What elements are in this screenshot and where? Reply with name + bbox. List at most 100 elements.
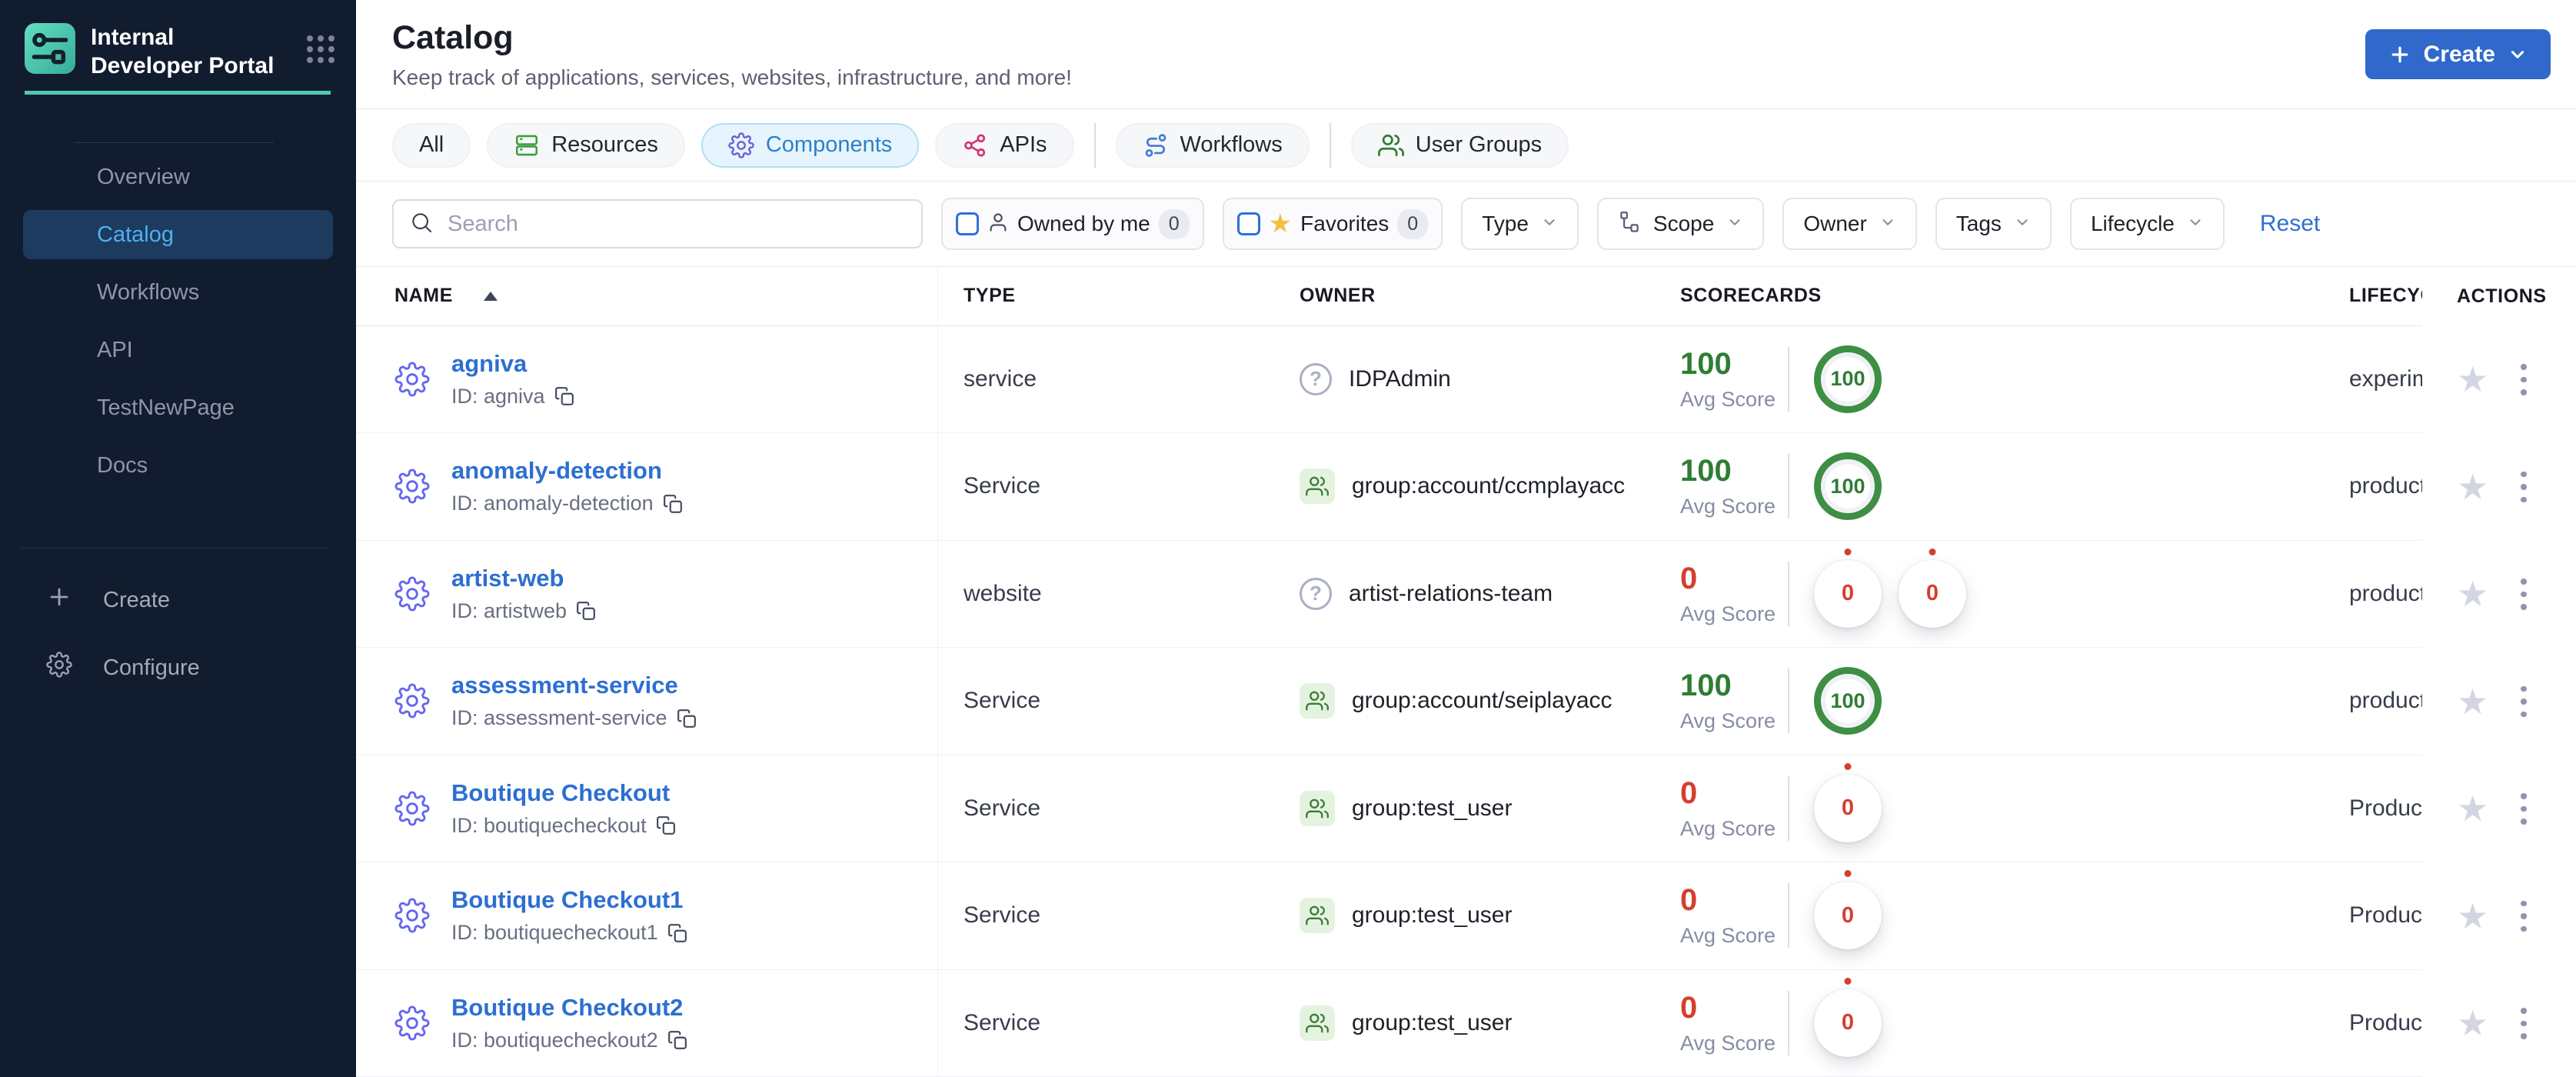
table-row: artist-web ID: artistweb website artist-…	[356, 540, 2576, 648]
sidebar-create-label: Create	[103, 587, 171, 612]
sidebar-item-overview[interactable]: Overview	[23, 152, 333, 202]
tab-all[interactable]: All	[392, 122, 471, 168]
component-name-link[interactable]: assessment-service	[451, 672, 697, 699]
tab-apis[interactable]: APIs	[935, 122, 1074, 168]
scorecard-ring[interactable]: 0	[1814, 774, 1882, 842]
favorite-star-icon[interactable]: ★	[2457, 791, 2488, 826]
scope-filter-dropdown[interactable]: Scope	[1596, 198, 1765, 250]
score-divider	[1788, 346, 1789, 412]
owned-by-me-checkbox[interactable]	[956, 212, 979, 235]
sidebar-configure-button[interactable]: Configure	[0, 652, 356, 684]
tags-filter-dropdown[interactable]: Tags	[1935, 198, 2052, 250]
search-box[interactable]	[392, 199, 923, 248]
favorite-star-icon[interactable]: ★	[2457, 576, 2488, 612]
score-rings: 0	[1814, 774, 1882, 842]
row-menu-icon[interactable]	[2516, 789, 2531, 829]
create-button-label: Create	[2423, 41, 2495, 67]
avg-score-value: 0	[1680, 561, 1698, 595]
tab-components-label: Components	[765, 132, 893, 157]
component-name-link[interactable]: Boutique Checkout1	[451, 886, 687, 914]
favorite-star-icon[interactable]: ★	[2457, 684, 2488, 719]
component-name-link[interactable]: anomaly-detection	[451, 457, 683, 485]
score-rings: 0	[1814, 989, 1882, 1057]
copy-icon[interactable]	[677, 709, 697, 729]
component-name-link[interactable]: agniva	[451, 350, 574, 378]
component-name-link[interactable]: artist-web	[451, 565, 596, 592]
column-header-name[interactable]: NAME	[356, 267, 938, 326]
type-filter-dropdown[interactable]: Type	[1461, 198, 1579, 250]
sidebar-item-workflows[interactable]: Workflows	[23, 268, 333, 317]
favorite-star-icon[interactable]: ★	[2457, 362, 2488, 397]
favorites-filter[interactable]: ★ Favorites 0	[1222, 198, 1443, 250]
component-name-link[interactable]: Boutique Checkout	[451, 779, 676, 807]
favorite-star-icon[interactable]: ★	[2457, 1005, 2488, 1041]
lifecycle-value: production	[2349, 473, 2422, 499]
avg-score-label: Avg Score	[1680, 1031, 1776, 1055]
workflows-route-icon	[1143, 132, 1169, 158]
scorecard-ring[interactable]: 100	[1814, 452, 1882, 521]
component-gear-icon	[394, 683, 430, 719]
sidebar-item-docs[interactable]: Docs	[23, 441, 333, 490]
lifecycle-filter-label: Lifecycle	[2090, 212, 2175, 235]
reset-filters-link[interactable]: Reset	[2260, 211, 2320, 237]
scorecard-ring[interactable]: 0	[1814, 559, 1882, 628]
apps-grid-icon[interactable]	[307, 35, 334, 63]
app-root: Internal Developer Portal Overview Catal…	[0, 0, 2576, 1077]
title-block: Catalog Keep track of applications, serv…	[392, 19, 1072, 90]
row-menu-icon[interactable]	[2516, 1003, 2531, 1044]
owned-by-me-label: Owned by me	[1017, 212, 1150, 235]
score-divider	[1788, 454, 1789, 519]
tab-workflows[interactable]: Workflows	[1115, 122, 1310, 168]
scorecard-ring[interactable]: 0	[1814, 989, 1882, 1057]
scorecard-ring[interactable]: 100	[1814, 345, 1882, 413]
avg-score-label: Avg Score	[1680, 709, 1776, 733]
copy-icon[interactable]	[663, 494, 683, 514]
tab-components[interactable]: Components	[701, 122, 920, 168]
favorite-star-icon[interactable]: ★	[2457, 899, 2488, 934]
copy-icon[interactable]	[667, 1030, 687, 1050]
scorecard-ring[interactable]: 0	[1814, 882, 1882, 950]
sidebar: Internal Developer Portal Overview Catal…	[0, 0, 356, 1077]
create-button[interactable]: Create	[2365, 29, 2551, 79]
copy-icon[interactable]	[656, 815, 676, 835]
sidebar-item-api[interactable]: API	[23, 325, 333, 375]
scorecard-ring[interactable]: 100	[1814, 667, 1882, 735]
scorecard-ring[interactable]: 0	[1899, 559, 1966, 628]
row-menu-icon[interactable]	[2516, 467, 2531, 508]
score-rings: 0	[1814, 882, 1882, 950]
row-menu-icon[interactable]	[2516, 574, 2531, 615]
sidebar-item-testnewpage[interactable]: TestNewPage	[23, 383, 333, 432]
owner-filter-dropdown[interactable]: Owner	[1782, 198, 1917, 250]
component-name-link[interactable]: Boutique Checkout2	[451, 994, 687, 1022]
tab-resources[interactable]: Resources	[487, 122, 685, 168]
component-gear-icon	[394, 362, 430, 397]
tab-user-groups[interactable]: User Groups	[1350, 122, 1569, 168]
apis-share-icon	[962, 132, 988, 158]
row-menu-icon[interactable]	[2516, 359, 2531, 400]
table-row: Boutique Checkout2 ID: boutiquecheckout2…	[356, 969, 2576, 1077]
owned-by-me-filter[interactable]: Owned by me 0	[941, 198, 1204, 250]
type-value: Service	[964, 688, 1041, 714]
owner-filter-label: Owner	[1803, 212, 1867, 235]
page-header: Catalog Keep track of applications, serv…	[356, 0, 2576, 109]
favorite-star-icon[interactable]: ★	[2457, 469, 2488, 505]
sidebar-item-catalog[interactable]: Catalog	[23, 210, 333, 259]
lifecycle-filter-dropdown[interactable]: Lifecycle	[2069, 198, 2225, 250]
chevron-down-icon	[2014, 212, 2031, 236]
sidebar-create-button[interactable]: Create	[0, 584, 356, 616]
copy-icon[interactable]	[576, 601, 596, 621]
row-menu-icon[interactable]	[2516, 896, 2531, 937]
person-icon	[987, 212, 1009, 237]
copy-icon[interactable]	[667, 923, 687, 943]
row-menu-icon[interactable]	[2516, 682, 2531, 722]
avg-score-value: 100	[1680, 454, 1732, 488]
tab-workflows-label: Workflows	[1180, 132, 1283, 157]
copy-icon[interactable]	[554, 386, 574, 406]
lifecycle-value: experimental	[2349, 365, 2422, 392]
favorites-checkbox[interactable]	[1236, 212, 1260, 235]
score-rings: 100	[1814, 667, 1882, 735]
search-input[interactable]	[446, 210, 906, 238]
tab-apis-label: APIs	[1000, 132, 1047, 157]
avg-score-label: Avg Score	[1680, 495, 1776, 518]
chevron-down-icon	[1541, 212, 1558, 236]
